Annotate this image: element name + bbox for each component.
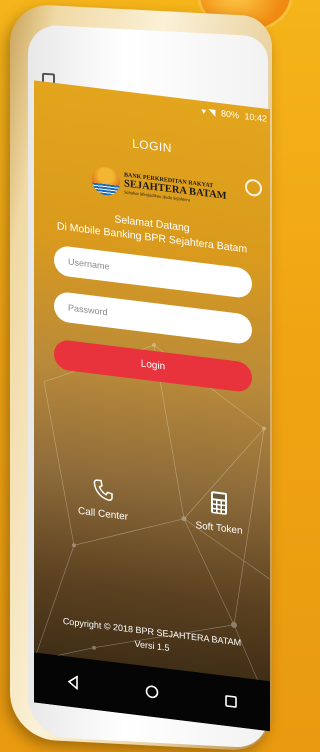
nav-back-button[interactable]	[63, 671, 83, 693]
call-center-button[interactable]: Call Center	[68, 467, 138, 525]
nav-home-button[interactable]	[142, 681, 162, 703]
bank-logo-text: BANK PERKREDITAN RAKYAT SEJAHTERA BATAM …	[124, 172, 227, 207]
battery-level: 80%	[220, 108, 239, 121]
nav-recent-button[interactable]	[221, 690, 241, 712]
clock: 10:42	[244, 111, 267, 124]
soft-token-button[interactable]: Soft Token	[184, 481, 254, 539]
signal-icon: ▾ ◥	[201, 105, 216, 118]
calculator-icon	[211, 491, 227, 515]
phone-mockup: ▾ ◥ 80% 10:42 LOGIN BANK PERKREDITAN RAK…	[10, 3, 272, 752]
nav-home-icon	[145, 685, 159, 699]
app-screen: ▾ ◥ 80% 10:42 LOGIN BANK PERKREDITAN RAK…	[34, 80, 270, 732]
nav-recent-icon	[224, 695, 237, 708]
phone-icon	[93, 479, 113, 501]
nav-back-icon	[67, 675, 79, 691]
bank-logo-mark	[92, 165, 120, 197]
